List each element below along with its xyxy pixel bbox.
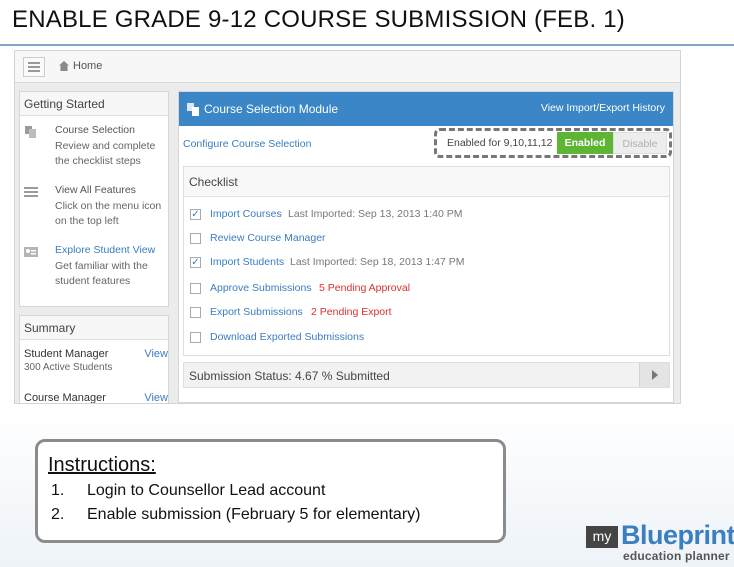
checklist-item-status: 2 Pending Export (311, 306, 392, 318)
enabled-for-grades-label: Enabled for 9,10,11,12 (447, 137, 553, 149)
instructions-box: Instructions: 1. Login to Counsellor Lea… (35, 439, 506, 543)
unchecked-checkbox[interactable] (190, 233, 201, 244)
checklist-item-status: 5 Pending Approval (319, 282, 411, 294)
copy-icon (187, 103, 199, 116)
menu-line-icon (28, 70, 40, 72)
summary-row-sub: 300 Active Students (24, 362, 113, 373)
checked-checkbox[interactable]: ✓ (190, 257, 201, 268)
submission-status-bar[interactable]: Submission Status: 4.67 % Submitted (183, 362, 670, 388)
app-screenshot: Home Getting Started Course Selection Re… (14, 50, 681, 404)
checklist-item-link[interactable]: Approve Submissions (210, 282, 312, 294)
slide-title-bar: ENABLE GRADE 9-12 COURSE SUBMISSION (FEB… (0, 0, 734, 46)
submission-status-text: Submission Status: 4.67 % Submitted (189, 369, 390, 383)
checklist-heading: Checklist (184, 167, 669, 197)
instruction-text: Enable submission (February 5 for elemen… (87, 506, 421, 523)
summary-row-name: Course Manager (24, 392, 106, 404)
checklist-item-link[interactable]: Import Students (210, 256, 284, 268)
module-header: Course Selection Module View Import/Expo… (179, 92, 673, 126)
import-export-history-link[interactable]: View Import/Export History (541, 102, 665, 114)
checklist-item-link[interactable]: Export Submissions (210, 306, 303, 318)
getting-started-item-explore-student-view[interactable]: Explore Student View Get familiar with t… (24, 244, 168, 294)
id-card-icon (24, 247, 38, 257)
checklist-item-link[interactable]: Review Course Manager (210, 232, 326, 244)
summary-row-name: Student Manager (24, 348, 109, 360)
instruction-number: 2. (51, 506, 65, 523)
summary-view-link[interactable]: View (144, 348, 168, 360)
instructions-title: Instructions: (48, 454, 156, 476)
top-navigation-bar: Home (15, 51, 680, 83)
logo-name: Blueprint (621, 520, 734, 550)
getting-started-item-view-all-features[interactable]: View All Features Click on the menu icon… (24, 184, 168, 234)
slide-title: ENABLE GRADE 9-12 COURSE SUBMISSION (FEB… (12, 6, 625, 33)
unchecked-checkbox[interactable] (190, 307, 201, 318)
menu-lines-icon (24, 187, 38, 197)
home-icon[interactable] (59, 61, 69, 71)
getting-started-heading: Getting Started (20, 92, 168, 116)
course-selection-module: Course Selection Module View Import/Expo… (178, 91, 674, 403)
copy-icon (25, 126, 36, 138)
unchecked-checkbox[interactable] (190, 332, 201, 343)
checklist-item-link[interactable]: Import Courses (210, 208, 282, 220)
disable-button[interactable]: Disable (613, 132, 667, 154)
checklist-panel: Checklist ✓ Import Courses Last Imported… (183, 166, 670, 356)
getting-started-panel: Getting Started Course Selection Review … (19, 91, 169, 307)
enabled-button[interactable]: Enabled (557, 132, 613, 154)
module-title: Course Selection Module (204, 102, 339, 116)
instruction-number: 1. (51, 482, 65, 499)
configure-course-selection-link[interactable]: Configure Course Selection (183, 138, 311, 150)
getting-started-item-description: Review and complete the checklist steps (55, 140, 156, 167)
chevron-right-icon[interactable] (639, 363, 669, 387)
myblueprint-logo: my Blueprint education planner (586, 520, 734, 564)
getting-started-item-title: Course Selection (55, 124, 135, 136)
getting-started-item-description: Get familiar with the student features (55, 260, 148, 287)
summary-heading: Summary (20, 316, 168, 340)
instruction-text: Login to Counsellor Lead account (87, 482, 326, 499)
menu-line-icon (28, 66, 40, 68)
summary-row-course-manager: Course Manager View (24, 392, 168, 404)
summary-panel: Summary Student Manager View 300 Active … (19, 315, 169, 404)
unchecked-checkbox[interactable] (190, 283, 201, 294)
checked-checkbox[interactable]: ✓ (190, 209, 201, 220)
checklist-item-status: Last Imported: Sep 13, 2013 1:40 PM (288, 208, 463, 220)
getting-started-item-description: Click on the menu icon on the top left (55, 200, 162, 227)
logo-my: my (586, 526, 618, 548)
summary-row-student-manager: Student Manager View 300 Active Students (24, 348, 168, 378)
getting-started-item-title: Explore Student View (55, 244, 156, 256)
logo-tagline: education planner (623, 549, 730, 563)
checklist-item-link[interactable]: Download Exported Submissions (210, 331, 364, 343)
checklist-item-status: Last Imported: Sep 18, 2013 1:47 PM (290, 256, 465, 268)
summary-view-link[interactable]: View (144, 392, 168, 403)
getting-started-item-course-selection[interactable]: Course Selection Review and complete the… (24, 124, 168, 174)
breadcrumb-home[interactable]: Home (73, 60, 102, 72)
enabled-highlight-box: Enabled for 9,10,11,12 Enabled Disable (434, 128, 672, 158)
getting-started-item-title: View All Features (55, 184, 136, 196)
menu-line-icon (28, 62, 40, 64)
hamburger-menu-button[interactable] (23, 57, 45, 77)
